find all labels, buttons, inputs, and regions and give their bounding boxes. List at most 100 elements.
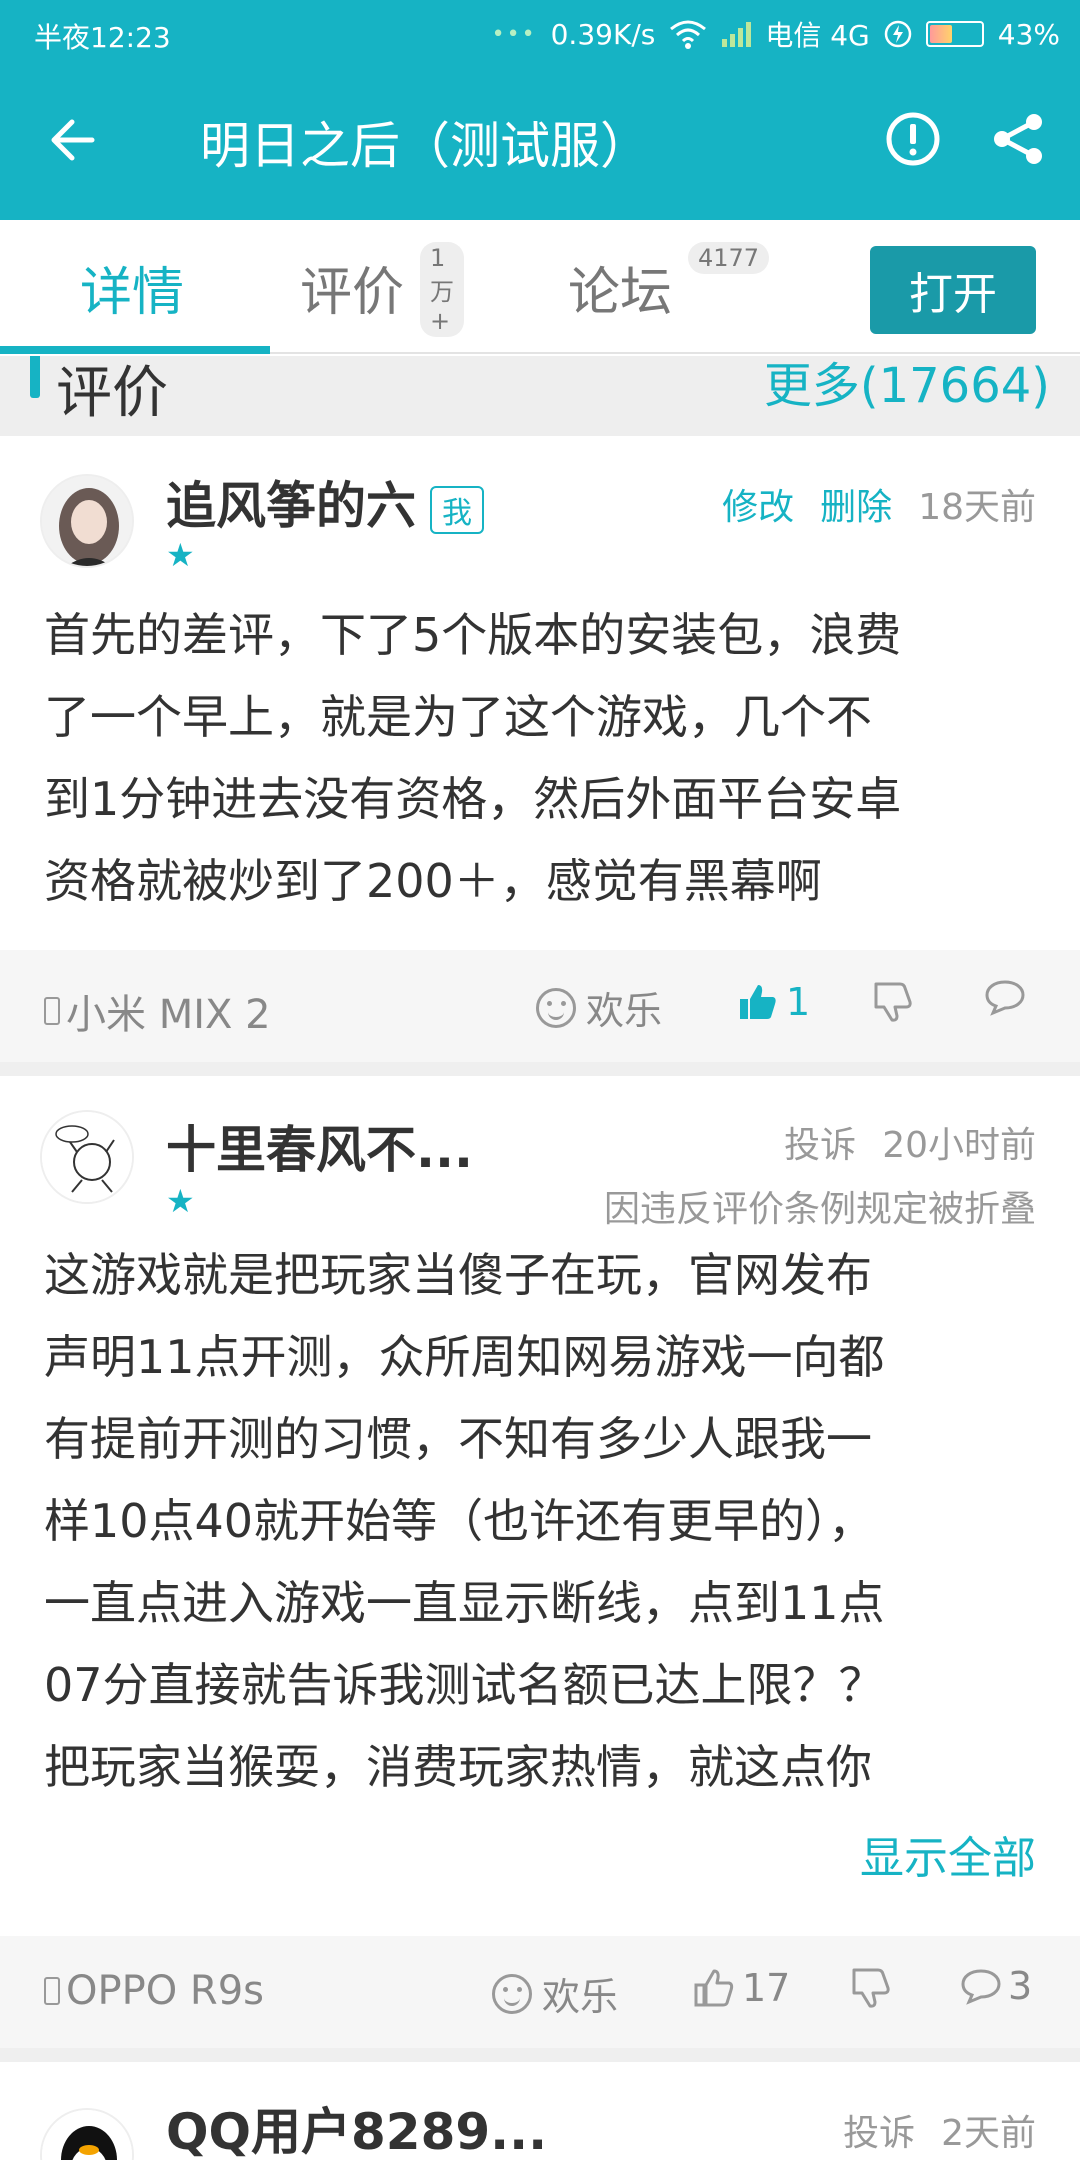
device-info: OPPO R9s <box>44 1968 264 2014</box>
comment-icon <box>985 980 1025 1016</box>
signal-icon <box>722 22 752 47</box>
report-link[interactable]: 投诉 <box>784 1125 856 1166</box>
review-meta: 修改 删除 18天前 <box>722 478 1036 530</box>
comment-button[interactable] <box>984 978 1032 1016</box>
like-button[interactable]: 17 <box>694 1966 790 2010</box>
avatar[interactable] <box>40 474 134 568</box>
mood-tag: 欢乐 <box>536 980 662 1035</box>
edit-link[interactable]: 修改 <box>722 487 794 528</box>
battery-percent: 43% <box>997 17 1060 51</box>
review-card: 十里春风不... ★ 投诉 20小时前 因违反评价条例规定被折叠 这游戏就是把玩家… <box>0 1076 1080 1934</box>
star-rating: ★ <box>166 1182 195 1220</box>
avatar-photo-icon <box>42 476 132 566</box>
avatar-cartoon-icon <box>42 1112 132 1202</box>
app-bar: 明日之后（测试服） <box>0 70 1080 220</box>
thumbs-up-icon <box>740 985 776 1019</box>
battery-icon <box>925 21 984 47</box>
comment-count: 3 <box>1008 1964 1033 2008</box>
tab-details-label: 详情 <box>80 263 185 323</box>
content-line: 有提前开测的习惯，不知有多少人跟我一 <box>44 1412 872 1466</box>
section-header: 评价 更多(17664) <box>0 356 1080 436</box>
like-button[interactable]: 1 <box>738 980 810 1024</box>
review-time: 20小时前 <box>882 1125 1036 1166</box>
thumbs-down-icon[interactable] <box>870 980 914 1024</box>
avatar[interactable] <box>40 2108 134 2160</box>
content-line: 到1分钟进去没有资格，然后外面平台安卓 <box>44 772 902 826</box>
delete-link[interactable]: 删除 <box>820 487 892 528</box>
tab-bar: 详情 评价 1万+ 论坛 4177 打开 <box>0 220 1080 354</box>
card-divider <box>0 2048 1080 2062</box>
device-name: 小米 MIX 2 <box>66 992 271 1038</box>
open-button[interactable]: 打开 <box>870 246 1036 334</box>
content-line: 把玩家当猴耍，消费玩家热情，就这点你 <box>44 1740 872 1794</box>
star-rating: ★ <box>166 536 195 574</box>
page-title: 明日之后（测试服） <box>200 117 650 175</box>
phone-icon <box>44 1977 60 2005</box>
report-link[interactable]: 投诉 <box>843 2113 915 2154</box>
alert-circle-icon[interactable] <box>884 110 942 168</box>
username-text: 追风筝的六 <box>166 477 416 535</box>
review-username[interactable]: 十里春风不... <box>166 1110 473 1182</box>
review-footer: OPPO R9s 欢乐 17 3 <box>0 1936 1080 2048</box>
arrow-left-icon[interactable] <box>44 110 104 170</box>
tab-forum-badge: 4177 <box>688 242 770 274</box>
thumbs-up-icon <box>694 1969 734 2007</box>
username-text: QQ用户8289... <box>166 2103 548 2160</box>
status-time: 半夜12:23 <box>34 21 171 54</box>
device-info: 小米 MIX 2 <box>44 982 271 1040</box>
status-bar: 半夜12:23 ••• 0.39K/s 电信 4G 43% <box>0 0 1080 70</box>
charging-icon <box>884 20 912 48</box>
review-content[interactable]: 首先的差评，下了5个版本的安装包，浪费 了一个早上，就是为了这个游戏，几个不 到… <box>44 594 1044 922</box>
more-reviews-link[interactable]: 更多(17664) <box>764 346 1050 416</box>
review-meta: 投诉 20小时前 <box>784 1116 1036 1168</box>
review-card: QQ用户8289... 投诉 2天前 <box>0 2062 1080 2160</box>
like-count: 17 <box>742 1966 791 2010</box>
network-speed: 0.39K/s <box>550 17 656 51</box>
device-name: OPPO R9s <box>66 1968 265 2014</box>
comment-button[interactable]: 3 <box>960 1964 1032 2008</box>
content-line: 首先的差评，下了5个版本的安装包，浪费 <box>44 608 902 662</box>
tab-details[interactable]: 详情 <box>80 250 184 325</box>
battery-fill <box>929 25 952 43</box>
section-title: 评价 <box>56 361 168 426</box>
thumbs-down-icon[interactable] <box>848 1966 892 2010</box>
mood-tag: 欢乐 <box>492 1966 618 2021</box>
review-footer: 小米 MIX 2 欢乐 1 <box>0 950 1080 1062</box>
phone-icon <box>44 997 60 1025</box>
content-line: 了一个早上，就是为了这个游戏，几个不 <box>44 690 872 744</box>
share-icon[interactable] <box>990 110 1048 168</box>
review-time: 2天前 <box>941 2113 1036 2154</box>
review-meta: 投诉 2天前 <box>843 2104 1036 2156</box>
content-line: 一直点进入游戏一直显示断线，点到11点 <box>44 1576 885 1630</box>
review-content[interactable]: 这游戏就是把玩家当傻子在玩，官网发布 声明11点开测，众所周知网易游戏一向都 有… <box>44 1234 1044 1808</box>
top-bar: 半夜12:23 ••• 0.39K/s 电信 4G 43% 明日之后（测试服） <box>0 0 1080 220</box>
qq-penguin-icon <box>42 2110 132 2160</box>
tab-forum-label: 论坛 <box>568 263 673 323</box>
like-count: 1 <box>786 980 811 1024</box>
content-line: 资格就被炒到了200＋，感觉有黑幕啊 <box>44 854 822 908</box>
mood-label: 欢乐 <box>542 1975 619 2019</box>
notification-dots-icon: ••• <box>491 21 537 47</box>
tab-forum[interactable]: 论坛 4177 <box>568 242 770 325</box>
review-username[interactable]: 追风筝的六我 <box>166 466 484 538</box>
content-line: 样10点40就开始等（也许还有更早的）， <box>44 1494 875 1548</box>
carrier-label: 电信 4G <box>765 19 870 52</box>
review-card: 追风筝的六我 ★ 修改 删除 18天前 首先的差评，下了5个版本的安装包，浪费 了一… <box>0 436 1080 948</box>
username-text: 十里春风不... <box>166 1121 473 1179</box>
mood-label: 欢乐 <box>586 989 663 1033</box>
tab-reviews-badge: 1万+ <box>420 242 464 337</box>
review-time: 18天前 <box>918 487 1036 528</box>
smile-icon <box>536 987 576 1028</box>
show-all-link[interactable]: 显示全部 <box>860 1822 1036 1886</box>
content-line: 07分直接就告诉我测试名额已达上限？？ <box>44 1658 885 1712</box>
avatar[interactable] <box>40 1110 134 1204</box>
me-tag: 我 <box>430 485 484 534</box>
card-divider <box>0 1062 1080 1076</box>
comment-icon <box>961 1969 1001 2005</box>
folded-note: 因违反评价条例规定被折叠 <box>603 1189 1036 1230</box>
tab-reviews[interactable]: 评价 1万+ <box>300 242 464 337</box>
content-line: 这游戏就是把玩家当傻子在玩，官网发布 <box>44 1248 872 1302</box>
section-accent-bar <box>30 356 40 398</box>
smile-icon <box>492 1973 532 2014</box>
review-username[interactable]: QQ用户8289... <box>166 2092 547 2160</box>
